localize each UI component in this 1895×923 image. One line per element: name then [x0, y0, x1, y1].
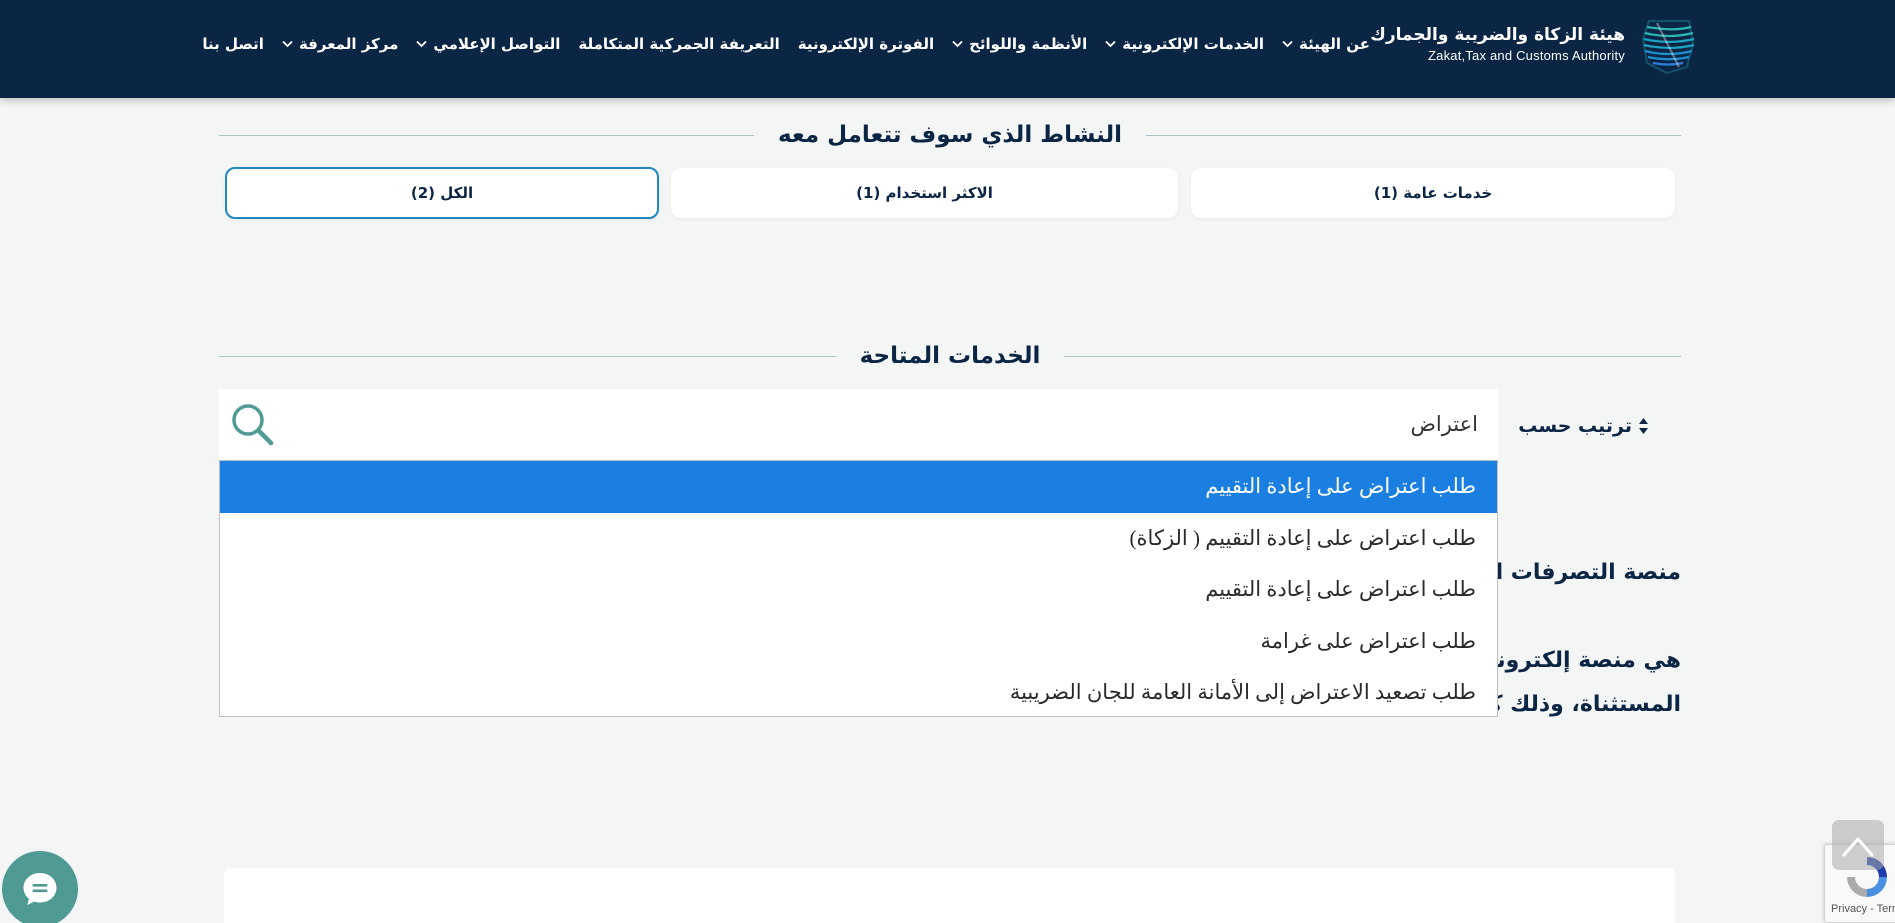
nav-item-label: التواصل الإعلامي [433, 35, 561, 53]
service-search-input[interactable] [298, 389, 1498, 460]
chevron-down-icon [282, 40, 293, 48]
brand-name-ar: هيئة الزكاة والضريبة والجمارك [1370, 25, 1625, 45]
search-icon[interactable] [230, 402, 274, 446]
content-card [224, 868, 1675, 923]
sort-label: ترتيب حسب [1518, 415, 1632, 437]
nav-item-label: عن الهيئة [1299, 35, 1370, 53]
nav-item-label: الفوترة الإلكترونية [797, 35, 935, 53]
service-search-box [219, 389, 1498, 460]
brand[interactable]: هيئة الزكاة والضريبة والجمارك Zakat,Tax … [1370, 12, 1697, 76]
recaptcha-text[interactable]: Privacy - Term [1831, 903, 1895, 915]
activity-section-title: النشاط الذي سوف تتعامل معه [219, 117, 1681, 153]
suggestion-item[interactable]: طلب تصعيد الاعتراض إلى الأمانة العامة لل… [220, 667, 1497, 716]
zatca-logo-icon [1641, 19, 1695, 75]
suggestion-item[interactable]: طلب اعتراض على إعادة التقييم [220, 461, 1497, 513]
chevron-up-icon [1842, 837, 1874, 857]
section-heading: الخدمات المتاحة [835, 343, 1065, 369]
services-section-title: الخدمات المتاحة [219, 338, 1681, 374]
tab-general-services[interactable]: خدمات عامة (1) [1191, 168, 1675, 218]
main-nav: عن الهيئة الخدمات الإلكترونية الأنظمة وا… [202, 28, 1370, 60]
nav-item-e-services[interactable]: الخدمات الإلكترونية [1105, 35, 1264, 53]
sort-button[interactable]: ترتيب حسب [1518, 411, 1649, 441]
suggestion-item[interactable]: طلب اعتراض على إعادة التقييم [220, 564, 1497, 616]
tab-label: خدمات عامة (1) [1373, 184, 1493, 202]
tab-label: الاكثر استخدام (1) [856, 184, 993, 202]
nav-item-knowledge-center[interactable]: مركز المعرفة [282, 35, 398, 53]
tab-most-used[interactable]: الاكثر استخدام (1) [671, 168, 1178, 218]
nav-item-label: الأنظمة واللوائح [969, 35, 1088, 53]
chevron-down-icon [1282, 40, 1293, 48]
tab-label: الكل (2) [410, 184, 474, 202]
chat-button[interactable] [2, 851, 78, 923]
sort-icon [1639, 418, 1648, 434]
nav-item-e-invoicing[interactable]: الفوترة الإلكترونية [798, 35, 934, 53]
service-card-desc-line: المستثناة، وذلك كم [1472, 692, 1681, 717]
brand-text: هيئة الزكاة والضريبة والجمارك Zakat,Tax … [1370, 23, 1625, 65]
chevron-down-icon [952, 40, 963, 48]
section-heading: النشاط الذي سوف تتعامل معه [753, 122, 1147, 148]
suggestion-item[interactable]: طلب اعتراض على إعادة التقييم ( الزكاة) [220, 513, 1497, 565]
nav-item-label: مركز المعرفة [298, 35, 399, 53]
service-card-desc-line: هي منصة إلكترونية [1475, 648, 1681, 673]
site-header: هيئة الزكاة والضريبة والجمارك Zakat,Tax … [0, 0, 1895, 98]
nav-item-media[interactable]: التواصل الإعلامي [416, 35, 560, 53]
nav-item-label: الخدمات الإلكترونية [1122, 35, 1264, 53]
nav-item-regulations[interactable]: الأنظمة واللوائح [952, 35, 1087, 53]
scroll-to-top-button[interactable] [1832, 820, 1884, 870]
nav-item-label: اتصل بنا [202, 35, 264, 53]
tab-all[interactable]: الكل (2) [225, 167, 659, 219]
page: هيئة الزكاة والضريبة والجمارك Zakat,Tax … [0, 0, 1895, 923]
suggestion-item[interactable]: طلب اعتراض على غرامة [220, 616, 1497, 668]
chevron-down-icon [416, 40, 428, 48]
nav-item-about[interactable]: عن الهيئة [1282, 35, 1370, 53]
chevron-down-icon [1105, 40, 1116, 48]
nav-item-customs-tariff[interactable]: التعريفة الجمركية المتكاملة [578, 35, 779, 53]
chat-bubble-icon [23, 873, 57, 905]
search-suggestions: طلب اعتراض على إعادة التقييم طلب اعتراض … [219, 460, 1498, 717]
nav-item-contact[interactable]: اتصل بنا [202, 35, 264, 53]
brand-name-en: Zakat,Tax and Customs Authority [1428, 48, 1625, 63]
nav-item-label: التعريفة الجمركية المتكاملة [578, 35, 780, 53]
